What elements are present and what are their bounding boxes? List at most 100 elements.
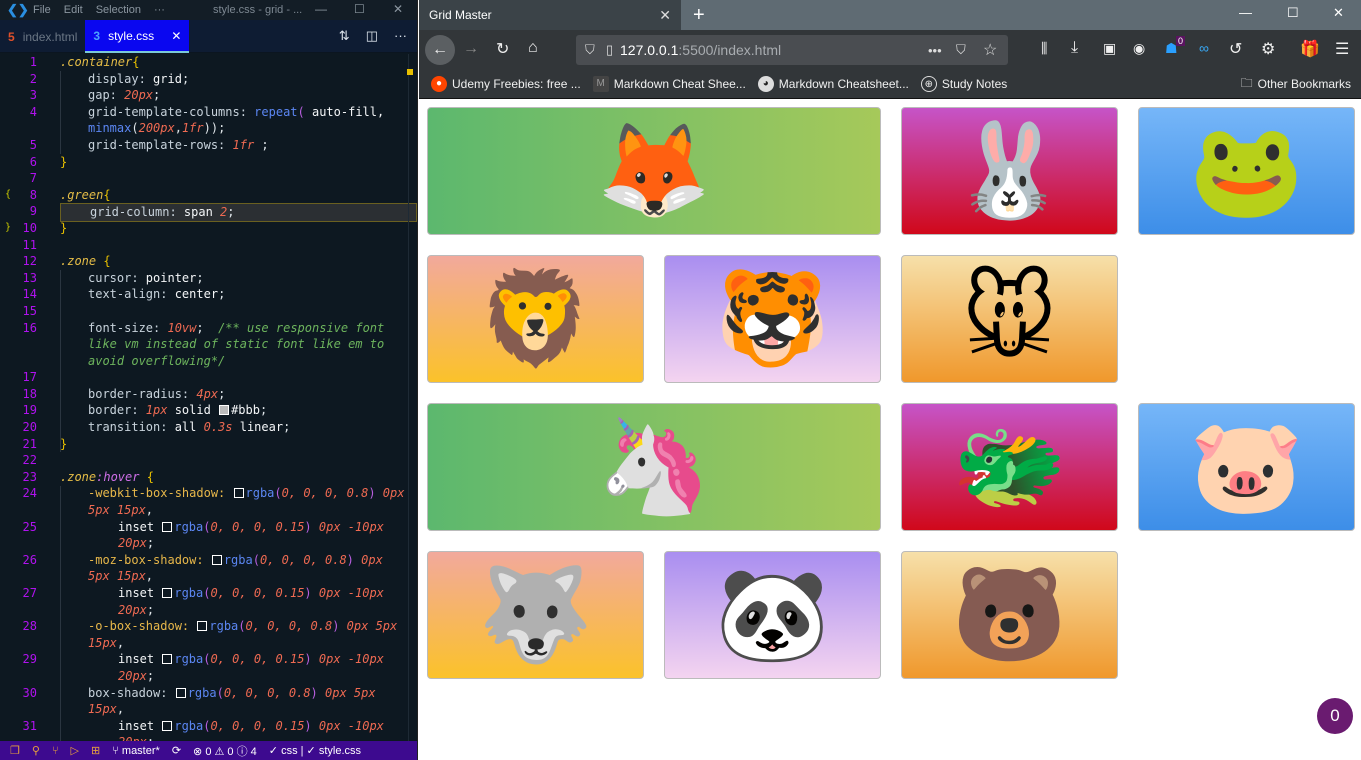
code-line-wrap[interactable]: 5px 15px, [0, 502, 417, 519]
code-line[interactable]: 4 grid-template-columns: repeat( auto-fil… [0, 104, 417, 121]
code-line-wrap[interactable]: like vm instead of static font like em t… [0, 336, 417, 353]
code-line[interactable]: 21} [0, 436, 417, 453]
back-icon[interactable]: ← [425, 35, 455, 65]
code-line-wrap[interactable]: 15px, [0, 701, 417, 718]
code-line[interactable]: 8{.green{ [0, 187, 417, 204]
search-icon[interactable]: ⚲ [32, 744, 40, 757]
code-line[interactable]: 9 grid-column: span 2; [0, 203, 417, 222]
zone-dragon[interactable]: 🐲 [901, 403, 1118, 531]
close-icon[interactable]: ✕ [393, 2, 403, 16]
code-line-wrap[interactable]: 15px, [0, 635, 417, 652]
extensions-icon[interactable]: ⊞ [91, 744, 100, 757]
shield-icon[interactable]: ⛉ [585, 42, 595, 58]
zone-wolf[interactable]: 🐺 [427, 551, 644, 679]
code-line[interactable]: 19 border: 1px solid #bbb; [0, 402, 417, 419]
forward-icon[interactable]: → [463, 40, 479, 58]
library-icon[interactable]: ⫼ [1041, 40, 1047, 57]
code-line[interactable]: 12 .zone { [0, 253, 417, 270]
code-line[interactable]: 3 gap: 20px; [0, 87, 417, 104]
code-line[interactable]: 28 -o-box-shadow: rgba(0, 0, 0, 0.8) 0px … [0, 618, 417, 635]
account-icon[interactable]: ◉ [1133, 40, 1145, 57]
zone-tiger[interactable]: 🐯 [664, 255, 881, 383]
code-line[interactable]: 30 box-shadow: rgba(0, 0, 0, 0.8) 0px 5px [0, 685, 417, 702]
zone-bear[interactable]: 🐻 [901, 551, 1118, 679]
color-swatch-icon[interactable] [175, 687, 186, 698]
code-line[interactable]: 17 [0, 369, 417, 386]
zone-rabbit[interactable]: 🐰 [901, 107, 1118, 235]
code-line[interactable]: 29 inset rgba(0, 0, 0, 0.15) 0px -10px [0, 651, 417, 668]
code-line[interactable]: 20 transition: all 0.3s linear; [0, 419, 417, 436]
code-line-wrap[interactable]: 20px; [0, 734, 417, 741]
notification-badge-button[interactable]: 0 [1317, 698, 1353, 734]
split-editor-icon[interactable]: ◫ [366, 28, 378, 44]
hamburger-menu-icon[interactable]: ☰ [1335, 39, 1349, 59]
color-swatch-icon[interactable] [162, 588, 173, 598]
run-debug-icon[interactable]: ▷ [71, 744, 79, 757]
color-swatch-icon[interactable] [162, 521, 173, 532]
maximize-icon[interactable]: ☐ [354, 2, 365, 16]
infinity-extension-icon[interactable]: ∞ [1199, 40, 1209, 56]
minimize-icon[interactable]: — [1239, 5, 1252, 20]
zone-frog[interactable]: 🐸 [1138, 107, 1355, 235]
explorer-icon[interactable]: ❐ [10, 744, 20, 757]
extension-gear-icon[interactable]: ⚙ [1261, 39, 1275, 59]
zone-pig[interactable]: 🐷 [1138, 403, 1355, 531]
whats-new-icon[interactable]: 🎁 [1300, 39, 1320, 59]
menu-edit[interactable]: Edit [64, 4, 83, 16]
code-line-wrap[interactable]: 5px 15px, [0, 568, 417, 585]
code-line[interactable]: 6} [0, 154, 417, 171]
maximize-icon[interactable]: ☐ [1287, 5, 1299, 21]
color-swatch-icon[interactable] [211, 554, 222, 565]
more-actions-icon[interactable]: ··· [394, 28, 407, 44]
code-line[interactable]: 15 [0, 303, 417, 320]
color-swatch-icon[interactable] [197, 621, 208, 632]
menu-file[interactable]: File [33, 4, 51, 16]
other-bookmarks[interactable]: 🗀 Other Bookmarks [1241, 74, 1351, 95]
tab-index-html[interactable]: 5 index.html [0, 20, 85, 53]
page-actions-icon[interactable]: ••• [928, 43, 942, 58]
code-line[interactable]: 7 [0, 170, 417, 187]
menu-selection[interactable]: Selection [96, 4, 141, 16]
url-bar[interactable]: ⛉ ▯ 127.0.0.1:5500/index.html ••• ⛉ ☆ [576, 35, 1008, 65]
code-line[interactable]: 5 grid-template-rows: 1fr ; [0, 137, 417, 154]
bookmark-item[interactable]: ● Udemy Freebies: free ... [431, 76, 581, 92]
code-line[interactable]: 26 -moz-box-shadow: rgba(0, 0, 0, 0.8) 0p… [0, 552, 417, 569]
code-line[interactable]: 27 inset rgba(0, 0, 0, 0.15) 0px -10px [0, 585, 417, 602]
code-line-wrap[interactable]: 20px; [0, 668, 417, 685]
code-line-wrap[interactable]: 20px; [0, 535, 417, 552]
code-line[interactable]: 23 .zone:hover { [0, 469, 417, 486]
code-line[interactable]: 24 -webkit-box-shadow: rgba(0, 0, 0, 0.8)… [0, 485, 417, 502]
reload-icon[interactable]: ↻ [496, 39, 509, 59]
browser-tab-grid-master[interactable]: Grid Master ✕ [419, 0, 681, 30]
minimize-icon[interactable]: — [315, 2, 327, 16]
extension-icon[interactable]: ↺ [1229, 39, 1242, 59]
pocket-icon[interactable]: ⛉ [956, 42, 966, 58]
zone-lion[interactable]: 🦁 [427, 255, 644, 383]
bookmark-item[interactable]: ◕ Markdown Cheatsheet... [757, 76, 909, 92]
code-line[interactable]: 10}} [0, 220, 417, 237]
tab-style-css[interactable]: 3 style.css ✕ [85, 20, 190, 53]
color-swatch-icon[interactable] [233, 488, 244, 499]
code-line[interactable]: 22 [0, 452, 417, 469]
bookmark-item[interactable]: ⊕ Study Notes [920, 76, 1007, 92]
code-line-wrap[interactable]: minmax(200px,1fr)); [0, 120, 417, 137]
downloads-icon[interactable]: ⤓ [1071, 39, 1078, 57]
code-line[interactable]: 16 font-size: 10vw; /** use responsive fo… [0, 320, 417, 337]
bookmark-item[interactable]: M Markdown Cheat Shee... [592, 76, 746, 92]
code-line[interactable]: 14 text-align: center; [0, 286, 417, 303]
bookmark-star-icon[interactable]: ☆ [983, 40, 997, 60]
menu-more[interactable]: ··· [154, 4, 165, 16]
sidebar-icon[interactable]: ▣ [1103, 40, 1116, 57]
code-line[interactable]: 31 inset rgba(0, 0, 0, 0.15) 0px -10px [0, 718, 417, 735]
code-line[interactable]: 18 border-radius: 4px; [0, 386, 417, 403]
zone-mouse[interactable]: 🐭 [901, 255, 1118, 383]
source-control-icon[interactable]: ⑂ [52, 745, 59, 757]
home-icon[interactable]: ⌂ [528, 39, 538, 57]
close-window-icon[interactable]: ✕ [1333, 5, 1344, 21]
zone-unicorn[interactable]: 🦄 [427, 403, 881, 531]
close-tab-icon[interactable]: ✕ [659, 7, 671, 24]
code-line[interactable]: 1 .container{ [0, 54, 417, 71]
git-branch[interactable]: ⑂ master* [112, 745, 160, 757]
zone-fox[interactable]: 🦊 [427, 107, 881, 235]
language-status[interactable]: ✓ css | ✓ style.css [269, 744, 361, 757]
